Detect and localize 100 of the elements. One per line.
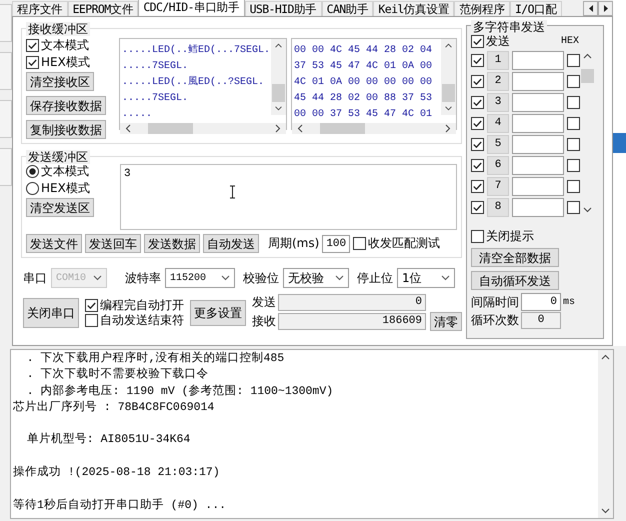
send-enter-button[interactable]: 发送回车 (85, 234, 141, 253)
string-field[interactable] (512, 198, 564, 216)
right-triangle-icon (602, 4, 608, 13)
multi-send-button[interactable]: 自动循环发送 (471, 271, 559, 290)
send-string-button[interactable]: 3 (487, 92, 509, 112)
tab[interactable]: EEPROM文件 (68, 1, 138, 16)
hex-checkbox[interactable] (567, 96, 580, 108)
send-string-button[interactable]: 5 (487, 134, 509, 154)
log-line: 操作成功 !(2025-08-18 21:03:17) (13, 465, 221, 482)
group-title: 多字符串发送 (471, 20, 547, 34)
close-tips-checkbox[interactable]: 关闭提示 (471, 229, 599, 244)
auto-send-button[interactable]: 自动发送 (203, 234, 259, 253)
scrollbar-thumb[interactable] (272, 84, 285, 102)
group-title: 接收缓冲区 (26, 22, 90, 36)
string-field[interactable] (512, 176, 564, 196)
hex-checkbox[interactable] (567, 200, 580, 214)
checkbox-icon (26, 39, 39, 52)
send-checkbox[interactable] (471, 158, 484, 172)
checkbox-icon (85, 298, 98, 312)
send-string-button[interactable]: 6 (487, 156, 509, 174)
parity-dropdown[interactable]: 无校验 (283, 268, 349, 288)
multi-send-button[interactable]: 清空全部数据 (471, 248, 559, 267)
option-checkbox[interactable]: 自动发送结束符 (85, 312, 184, 328)
send-checkbox[interactable] (471, 200, 484, 214)
mode-radio[interactable]: 文本模式 (26, 164, 116, 179)
hex-checkbox[interactable] (567, 138, 580, 150)
tab[interactable]: 范例程序 (454, 1, 510, 16)
scrollbar[interactable] (270, 39, 286, 115)
receive-count-label: 接收 (252, 313, 276, 330)
scrollbar[interactable] (292, 123, 456, 134)
mode-checkbox[interactable]: HEX模式 (26, 55, 115, 70)
period-field[interactable]: 100 (322, 234, 350, 252)
string-field[interactable] (512, 156, 564, 174)
interval-label: 间隔时间 (471, 294, 519, 310)
send-checkbox[interactable] (471, 54, 484, 66)
scroll-right-button[interactable] (598, 1, 613, 16)
scrollbar[interactable] (598, 350, 613, 518)
scrollbar-thumb[interactable] (148, 123, 193, 134)
interval-field[interactable]: 0 (521, 293, 561, 311)
copy-receive-button[interactable]: 复制接收数据 (26, 120, 106, 139)
scrollbar-thumb[interactable] (442, 84, 455, 102)
string-field[interactable] (512, 92, 564, 112)
stop-bits-label: 停止位 (357, 270, 393, 286)
interval-unit: ms (563, 296, 576, 308)
send-checkbox[interactable] (471, 180, 484, 192)
mode-checkbox[interactable]: 文本模式 (26, 38, 115, 53)
scrollbar[interactable] (441, 39, 456, 115)
send-checkbox[interactable] (471, 138, 484, 150)
scrollbar-thumb[interactable] (581, 69, 594, 83)
scrollbar[interactable] (120, 123, 286, 134)
parity-label: 校验位 (243, 270, 279, 286)
hex-checkbox[interactable] (567, 180, 580, 192)
reset-button[interactable]: 清零 (430, 312, 462, 331)
send-string-button[interactable]: 4 (487, 114, 509, 132)
baud-dropdown[interactable]: 115200 (165, 268, 235, 288)
hex-checkbox[interactable] (567, 54, 580, 66)
send-count-label: 发送 (252, 294, 276, 311)
send-checkbox[interactable] (471, 74, 484, 88)
hex-line: 00 00 37 53 45 47 4C 01 (294, 108, 433, 122)
mode-radio[interactable]: HEX模式 (26, 181, 116, 196)
clear-send-button[interactable]: 清空发送区 (26, 198, 94, 217)
tab[interactable]: USB-HID助手 (244, 1, 322, 16)
tab[interactable]: Keil仿真设置 (373, 1, 454, 16)
checkbox-icon (26, 56, 39, 69)
send-data-button[interactable]: 发送数据 (144, 234, 200, 253)
radio-icon (26, 182, 39, 195)
send-checkbox[interactable] (471, 116, 484, 130)
send-string-button[interactable]: 8 (487, 198, 509, 216)
caret-icon (441, 275, 450, 281)
send-file-button[interactable]: 发送文件 (26, 234, 82, 253)
hex-checkbox[interactable] (567, 74, 580, 88)
stop-bits-dropdown[interactable]: 1位 (397, 268, 455, 288)
checkbox-icon (85, 314, 98, 326)
string-field[interactable] (512, 72, 564, 90)
send-checkbox[interactable] (471, 96, 484, 108)
send-string-button[interactable]: 2 (487, 72, 509, 90)
send-text-field[interactable]: 3 (120, 164, 457, 230)
clear-receive-button[interactable]: 清空接收区 (26, 72, 94, 91)
send-string-button[interactable]: 1 (487, 50, 509, 70)
send-all-checkbox[interactable]: 发送 (471, 34, 510, 49)
tab[interactable]: CDC/HID-串口助手 (138, 0, 245, 16)
string-field[interactable] (512, 50, 564, 70)
string-field[interactable] (512, 114, 564, 132)
scrollbar-thumb[interactable] (320, 123, 365, 134)
tab[interactable]: I/O口配 (510, 1, 562, 16)
save-receive-button[interactable]: 保存接收数据 (26, 96, 106, 115)
log-line: 单片机型号: AI8051U-34K64 (26, 432, 192, 448)
checkbox-icon (471, 230, 484, 243)
tab[interactable]: CAN助手 (322, 1, 374, 16)
more-settings-button[interactable]: 更多设置 (190, 300, 246, 326)
match-test-checkbox[interactable]: 收发匹配测试 (353, 236, 440, 251)
close-port-button[interactable]: 关闭串口 (23, 298, 79, 328)
string-field[interactable] (512, 134, 564, 154)
hex-checkbox[interactable] (567, 158, 580, 172)
log-line: . 下次下载用户程序时,没有相关的端口控制485 (26, 351, 286, 367)
send-string-button[interactable]: 7 (487, 176, 509, 196)
scroll-left-button[interactable] (583, 1, 598, 16)
option-checkbox[interactable]: 编程完自动打开 (85, 298, 184, 312)
hex-checkbox[interactable] (567, 116, 580, 130)
tab[interactable]: 程序文件 (12, 1, 68, 16)
